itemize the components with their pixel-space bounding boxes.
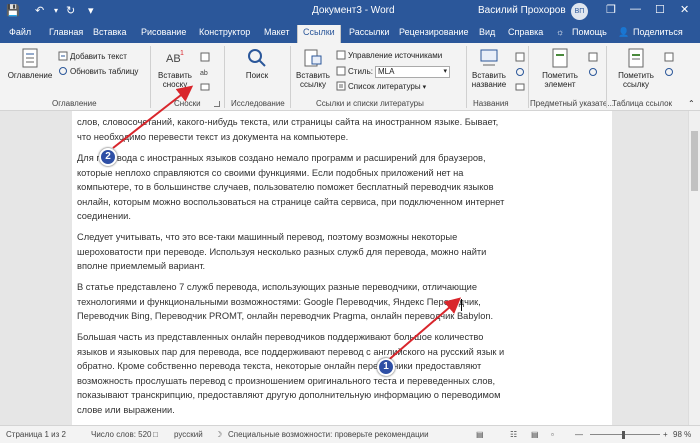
word-count[interactable]: Число слов: 520 — [91, 430, 151, 439]
status-bar: Страница 1 из 2 Число слов: 520 □ русски… — [0, 425, 700, 443]
zoom-in-icon[interactable]: + — [663, 430, 668, 439]
accessibility-status[interactable]: Специальные возможности: проверьте реком… — [228, 430, 429, 439]
focus-mode-icon[interactable]: ▤ — [476, 430, 484, 439]
web-layout-icon[interactable]: ▫ — [551, 430, 554, 439]
arrow-1 — [384, 297, 462, 364]
page-counter[interactable]: Страница 1 из 2 — [6, 430, 66, 439]
read-mode-icon[interactable]: ☷ — [510, 430, 517, 439]
zoom-slider-handle[interactable] — [622, 431, 625, 439]
language-indicator[interactable]: русский — [174, 430, 203, 439]
proofing-icon[interactable]: □ — [153, 430, 158, 439]
callout-badge-2: 2 — [99, 148, 117, 166]
callout-badge-1: 1 — [377, 358, 395, 376]
accessibility-icon[interactable]: ☽ — [215, 430, 222, 439]
annotation-arrows — [112, 85, 462, 364]
zoom-level[interactable]: 98 % — [673, 430, 691, 439]
arrow-2 — [112, 85, 194, 149]
zoom-slider[interactable] — [590, 434, 660, 435]
print-layout-icon[interactable]: ▤ — [531, 430, 539, 439]
zoom-out-icon[interactable]: — — [575, 430, 583, 439]
